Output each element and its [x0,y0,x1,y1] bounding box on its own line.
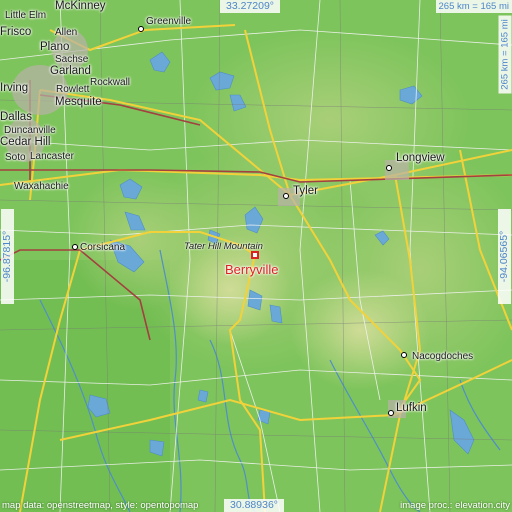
west-longitude-label: -96.87815° [1,209,14,304]
city-marker [283,193,289,199]
map-canvas[interactable]: Little Elm McKinney Greenville Frisco Al… [0,0,512,512]
city-marker [72,244,78,250]
city-marker [138,26,144,32]
city-mesquite: Mesquite [55,96,102,108]
image-processing-credit: image proc.: elevation.city [400,500,510,511]
city-lancaster: Lancaster [30,151,74,162]
horizontal-scale-label: 265 km = 165 mi [435,0,512,13]
vertical-scale-label: 265 km = 165 mi [498,15,512,94]
city-garland: Garland [50,65,91,77]
city-rockwall: Rockwall [90,77,131,88]
city-dallas: Dallas [0,111,32,123]
city-soto: Soto [5,152,26,163]
city-mckinney: McKinney [55,0,106,12]
target-location-label: Berryville [225,262,279,277]
south-latitude-label: 30.88936° [224,499,284,512]
city-greenville: Greenville [146,16,192,27]
city-tyler: Tyler [293,185,318,197]
city-rowlett: Rowlett [56,84,90,95]
city-duncanville: Duncanville [4,125,56,136]
city-waxahachie: Waxahachie [14,181,69,192]
city-frisco: Frisco [0,26,32,38]
city-marker [401,352,407,358]
city-cedar-hill: Cedar Hill [0,136,51,148]
city-marker [388,410,394,416]
city-longview: Longview [396,152,445,164]
north-latitude-label: 33.27209° [220,0,280,13]
target-location-marker[interactable] [251,251,259,259]
east-longitude-label: -94.06565° [498,209,511,304]
city-allen: Allen [55,27,78,38]
city-sachse: Sachse [55,54,89,65]
city-little-elm: Little Elm [5,10,47,21]
map-data-credit: map data: openstreetmap, style: opentopo… [2,500,199,511]
city-irving: Irving [0,82,29,94]
city-lufkin: Lufkin [396,402,427,414]
city-plano: Plano [40,41,70,53]
city-nacogdoches: Nacogdoches [412,351,474,362]
city-corsicana: Corsicana [80,242,126,253]
city-marker [386,165,392,171]
